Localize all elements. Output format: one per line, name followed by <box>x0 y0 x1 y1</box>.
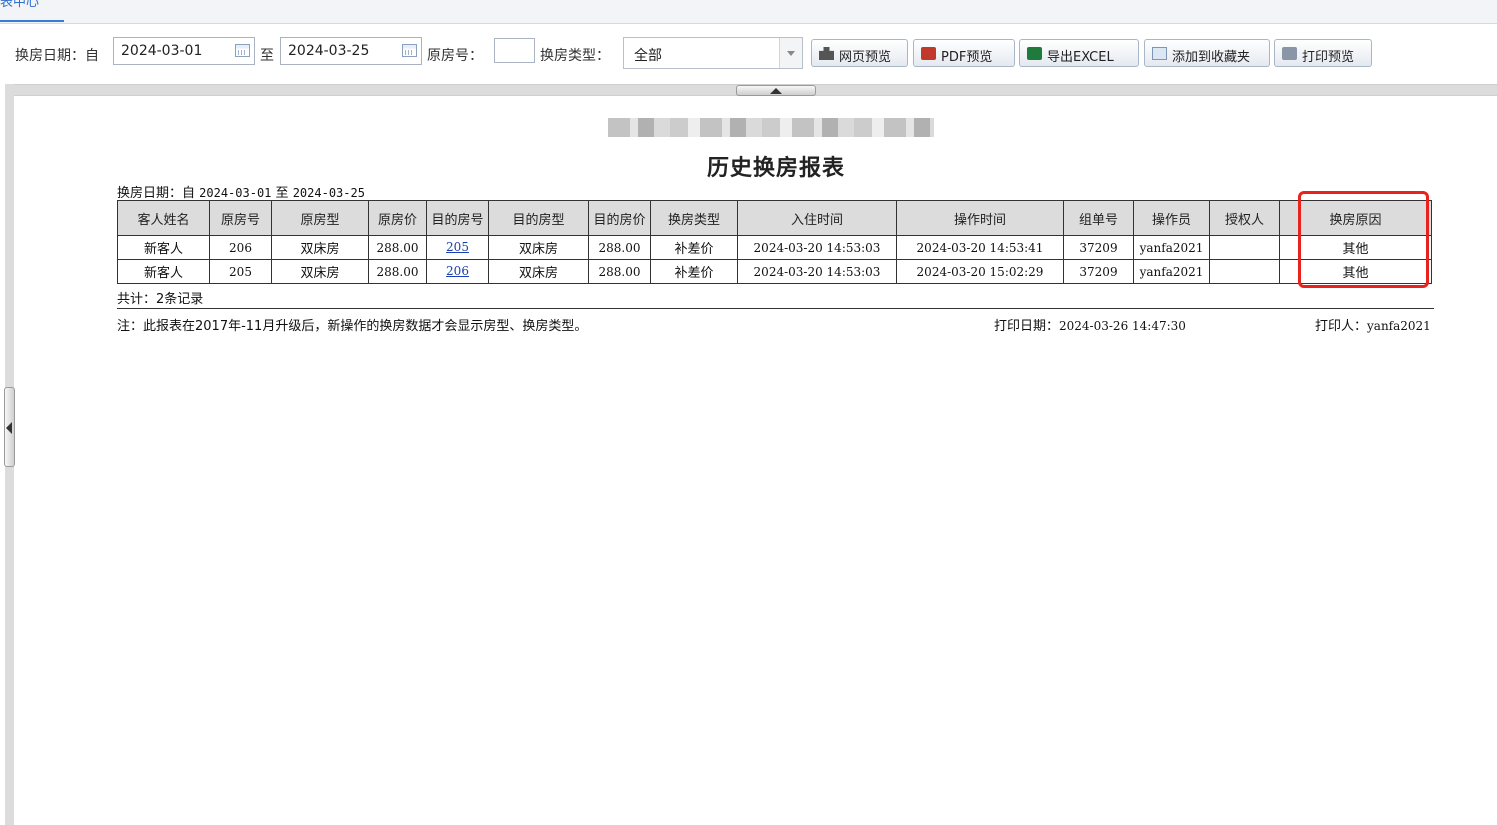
report-note: 注：此报表在2017年-11月升级后，新操作的换房数据才会显示房型、换房类型。 <box>117 319 588 334</box>
to-label: 至 <box>260 48 274 64</box>
original-room-type-cell: 双床房 <box>271 259 369 284</box>
report-title: 历史换房报表 <box>706 155 845 181</box>
tab-report-center[interactable]: 表中心 <box>0 0 64 22</box>
pdf-icon <box>921 47 936 60</box>
operator-cell: yanfa2021 <box>1133 259 1210 284</box>
excel-icon <box>1027 47 1042 60</box>
record-total: 共计：2条记录 <box>117 292 204 307</box>
original-room-cell: 206 <box>209 235 272 260</box>
report-date-from: 2024-03-01 <box>199 186 272 200</box>
collapse-toolbar-handle[interactable] <box>736 85 816 96</box>
from-date-input[interactable]: 2024-03-01 <box>113 37 255 65</box>
favorites-icon <box>1152 47 1167 60</box>
printer-icon <box>1282 47 1297 60</box>
operator-cell: yanfa2021 <box>1133 235 1210 260</box>
room-label: 原房号： <box>427 48 483 64</box>
table-header-row: 客人姓名 原房号 原房型 原房价 目的房号 目的房型 目的房价 换房类型 入住时… <box>117 200 1432 236</box>
change-type-select[interactable]: 全部 <box>623 37 803 69</box>
change-reason-highlight <box>1298 191 1429 288</box>
add-favorites-button[interactable]: 添加到收藏夹 <box>1144 39 1270 67</box>
column-header: 目的房型 <box>488 200 589 236</box>
operation-time-cell: 2024-03-20 15:02:29 <box>896 259 1064 284</box>
footer-divider <box>117 308 1434 309</box>
chevron-down-icon[interactable] <box>779 38 802 68</box>
date-label: 换房日期：自 <box>15 48 99 64</box>
column-header: 原房价 <box>368 200 427 236</box>
tab-strip: 表中心 <box>0 0 1497 24</box>
group-number-cell: 37209 <box>1063 259 1134 284</box>
original-room-type-cell: 双床房 <box>271 235 369 260</box>
print-date-value: 2024-03-26 14:47:30 <box>1059 319 1186 333</box>
print-date: 打印日期：2024-03-26 14:47:30 <box>994 315 1186 334</box>
target-price-cell: 288.00 <box>588 259 651 284</box>
guest-name-cell: 新客人 <box>117 259 210 284</box>
calendar-icon[interactable] <box>402 44 417 57</box>
column-header: 目的房号 <box>426 200 489 236</box>
target-room-type-cell: 双床房 <box>488 235 589 260</box>
web-preview-button[interactable]: 网页预览 <box>811 39 908 67</box>
target-room-cell: 206 <box>426 259 489 284</box>
report-date-to-label: 至 <box>275 186 289 201</box>
room-change-table: 客人姓名 原房号 原房型 原房价 目的房号 目的房型 目的房价 换房类型 入住时… <box>117 200 1432 284</box>
report-date-to: 2024-03-25 <box>292 186 365 200</box>
room-number-input[interactable] <box>494 38 535 63</box>
target-room-link[interactable]: 206 <box>446 264 469 278</box>
print-preview-label: 打印预览 <box>1302 50 1355 65</box>
printer-value: yanfa2021 <box>1367 319 1431 333</box>
print-preview-button[interactable]: 打印预览 <box>1274 39 1372 67</box>
from-date-value: 2024-03-01 <box>121 43 203 59</box>
report-date-label: 换房日期：自 <box>117 186 196 201</box>
column-header: 原房型 <box>271 200 369 236</box>
web-preview-label: 网页预览 <box>839 50 892 65</box>
filter-toolbar: 换房日期：自 2024-03-01 至 2024-03-25 原房号： 换房类型… <box>5 24 1497 83</box>
guest-name-cell: 新客人 <box>117 235 210 260</box>
change-type-value: 全部 <box>634 48 662 64</box>
checkin-time-cell: 2024-03-20 14:53:03 <box>737 259 897 284</box>
calendar-icon[interactable] <box>235 44 250 57</box>
type-label: 换房类型： <box>540 48 610 64</box>
operation-time-cell: 2024-03-20 14:53:41 <box>896 235 1064 260</box>
change-type-cell: 补差价 <box>650 235 738 260</box>
table-row: 新客人 205 双床房 288.00 206 双床房 288.00 补差价 20… <box>117 259 1432 284</box>
to-date-value: 2024-03-25 <box>288 43 370 59</box>
change-type-cell: 补差价 <box>650 259 738 284</box>
column-header: 原房号 <box>209 200 272 236</box>
collapse-left-handle[interactable] <box>4 387 15 467</box>
report-date-range: 换房日期：自 2024-03-01 至 2024-03-25 <box>117 182 365 201</box>
printed-by: 打印人：yanfa2021 <box>1315 315 1431 334</box>
pdf-preview-label: PDF预览 <box>941 50 993 65</box>
column-header: 入住时间 <box>737 200 897 236</box>
target-room-type-cell: 双床房 <box>488 259 589 284</box>
column-header: 操作时间 <box>896 200 1064 236</box>
group-number-cell: 37209 <box>1063 235 1134 260</box>
column-header: 授权人 <box>1209 200 1280 236</box>
target-room-cell: 205 <box>426 235 489 260</box>
redacted-hotel-name <box>608 118 934 137</box>
column-header: 目的房价 <box>588 200 651 236</box>
checkin-time-cell: 2024-03-20 14:53:03 <box>737 235 897 260</box>
column-header: 客人姓名 <box>117 200 210 236</box>
web-preview-icon <box>819 47 834 60</box>
export-excel-label: 导出EXCEL <box>1047 50 1114 65</box>
original-price-cell: 288.00 <box>368 259 427 284</box>
column-header: 换房类型 <box>650 200 738 236</box>
authorizer-cell <box>1209 235 1280 260</box>
add-favorites-label: 添加到收藏夹 <box>1172 50 1251 65</box>
column-header: 操作员 <box>1133 200 1210 236</box>
top-splitter[interactable] <box>14 84 1497 96</box>
export-excel-button[interactable]: 导出EXCEL <box>1019 39 1139 67</box>
authorizer-cell <box>1209 259 1280 284</box>
target-price-cell: 288.00 <box>588 235 651 260</box>
original-price-cell: 288.00 <box>368 235 427 260</box>
printer-label: 打印人： <box>1315 319 1368 334</box>
print-date-label: 打印日期： <box>994 319 1060 334</box>
table-row: 新客人 206 双床房 288.00 205 双床房 288.00 补差价 20… <box>117 235 1432 260</box>
original-room-cell: 205 <box>209 259 272 284</box>
to-date-input[interactable]: 2024-03-25 <box>280 37 422 65</box>
pdf-preview-button[interactable]: PDF预览 <box>913 39 1015 67</box>
target-room-link[interactable]: 205 <box>446 240 469 254</box>
column-header: 组单号 <box>1063 200 1134 236</box>
